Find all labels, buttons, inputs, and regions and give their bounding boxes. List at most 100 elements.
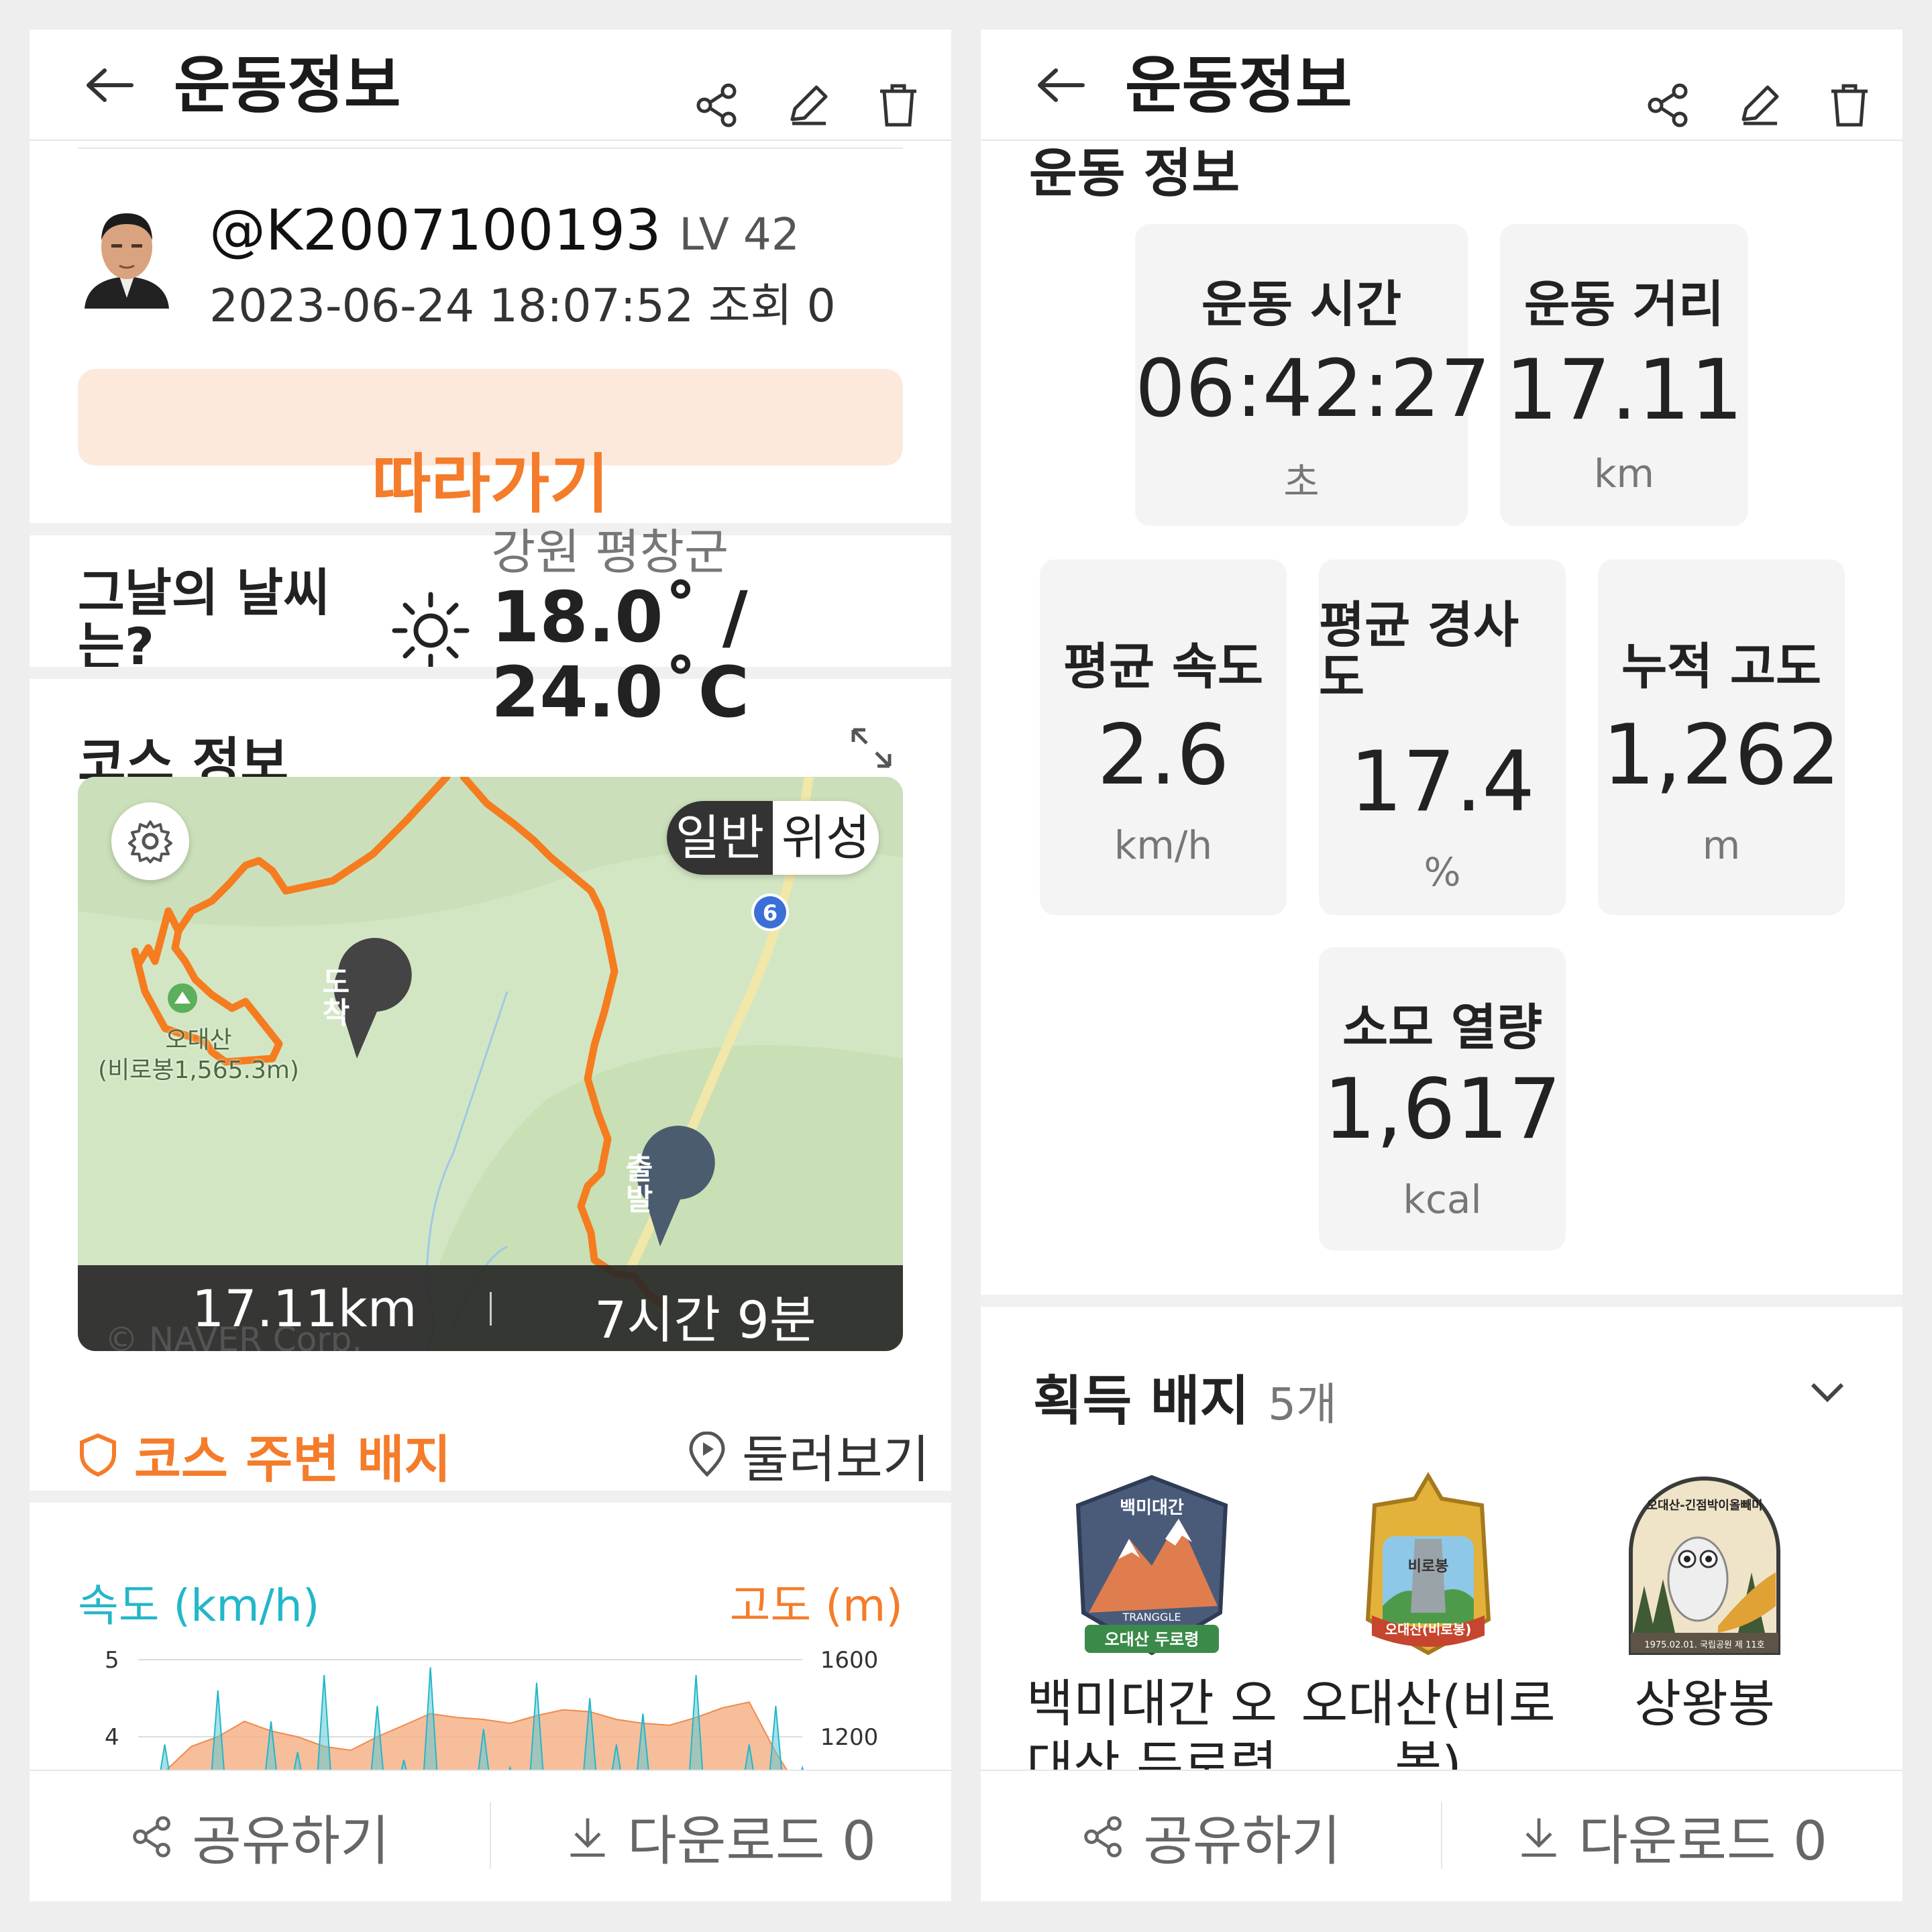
share-action-label: 공유하기 [1143, 1810, 1341, 1872]
stat-unit: km/h [1114, 822, 1213, 868]
share-action-label: 공유하기 [192, 1810, 390, 1872]
map-summary-bar: 17.11km 7시간 9분 © NAVER Corp. [78, 1265, 903, 1351]
stat-unit: % [1424, 849, 1461, 895]
download-button[interactable]: 다운로드 0 [1442, 1771, 1902, 1901]
username[interactable]: @K2007100193 LV 42 [209, 197, 800, 263]
map-mode-normal[interactable]: 일반 [667, 801, 773, 875]
trash-icon [1831, 84, 1868, 127]
map-mode-toggle[interactable]: 일반 위성 [667, 801, 879, 875]
stat-value: 17.4 [1349, 734, 1536, 830]
look-around-link[interactable]: 둘러보기 [687, 1418, 930, 1492]
stat-label: 소모 열량 [1342, 999, 1543, 1057]
left-screen: 운동정보 @K2007100193 LV 42 2023-06-24 18:07… [30, 30, 951, 1901]
stat-unit: kcal [1403, 1177, 1482, 1222]
download-label: 다운로드 0 [627, 1810, 876, 1872]
stat-value: 1,617 [1323, 1061, 1562, 1158]
stat-card-duration: 운동 시간 06:42:27 초 [1135, 224, 1491, 526]
divider [78, 148, 903, 149]
badge-ribbon-text: 오대산(비로봉) [1385, 1621, 1472, 1638]
share-action-button[interactable]: 공유하기 [30, 1771, 490, 1901]
delete-button[interactable] [1819, 75, 1880, 136]
badge-name: 상왕봉 [1634, 1674, 1775, 1733]
follow-button-label: 따라가기 [372, 447, 609, 522]
altitude-axis-label: 고도 (m) [729, 1580, 903, 1631]
badges-header[interactable]: 획득 배지 5개 [1033, 1358, 1337, 1436]
back-arrow-icon [1038, 68, 1085, 102]
download-icon [570, 1818, 605, 1857]
nearby-badges-link[interactable]: 코스 주변 배지 [78, 1418, 451, 1492]
y-left-tick-label: 4 [105, 1724, 119, 1751]
badge-item[interactable]: 비로봉 오대산(비로봉) 오대산(비로봉) [1297, 1472, 1559, 1794]
share-button[interactable] [687, 75, 747, 136]
page-title: 운동정보 [1125, 50, 1352, 121]
map-mode-satellite[interactable]: 위성 [773, 801, 879, 875]
share-icon [1648, 83, 1688, 127]
map-duration: 7시간 9분 [594, 1290, 816, 1350]
stat-label: 평균 경사도 [1319, 596, 1519, 706]
stat-label: 운동 시간 [1201, 276, 1402, 333]
stat-label: 누적 고도 [1621, 638, 1822, 696]
map-settings-button[interactable] [111, 802, 189, 880]
weather-temperature: 18.0˚ / 24.0˚C [491, 576, 749, 734]
share-button[interactable] [1638, 75, 1699, 136]
stat-card-elevation-gain: 누적 고도 1,262 m [1598, 559, 1845, 915]
app-bar: 운동정보 [30, 30, 951, 141]
y-right-tick-label: 1200 [820, 1724, 879, 1751]
download-icon [1521, 1818, 1556, 1857]
map-attribution: © NAVER Corp. [105, 1320, 363, 1351]
stat-card-calories: 소모 열량 1,617 kcal [1319, 947, 1566, 1250]
y-left-tick-label: 5 [105, 1647, 119, 1674]
edit-button[interactable] [777, 75, 838, 136]
delete-button[interactable] [868, 75, 928, 136]
bottom-action-bar: 공유하기 다운로드 0 [30, 1770, 951, 1901]
stat-value: 17.11 [1505, 342, 1743, 439]
section-divider [981, 1295, 1902, 1307]
share-icon [696, 83, 737, 127]
route-map[interactable]: 6 오대산 (비로봉1,565.3m) 도착 출발 일반 위성 17.11km … [78, 777, 903, 1351]
download-button[interactable]: 다운로드 0 [490, 1771, 951, 1901]
badge-item[interactable]: 백미대간 TRANGGLE 오대산 두로령 백미대간 오대산 두로령 [1021, 1472, 1283, 1794]
stat-card-avg-slope: 평균 경사도 17.4 % [1319, 559, 1566, 915]
start-marker[interactable]: 출발 [623, 1153, 656, 1216]
stat-value: 2.6 [1097, 707, 1230, 804]
stat-card-distance: 운동 거리 17.11 km [1500, 224, 1748, 526]
edit-button[interactable] [1729, 75, 1789, 136]
back-arrow-icon [87, 68, 133, 102]
speed-axis-label: 속도 (km/h) [78, 1580, 320, 1631]
pencil-icon [1741, 85, 1779, 125]
stat-unit: km [1593, 451, 1655, 496]
back-button[interactable] [1028, 55, 1095, 115]
badges-title: 획득 배지 [1033, 1370, 1250, 1432]
nearby-badges-label: 코스 주변 배지 [134, 1430, 451, 1489]
owl-badge-icon: 오대산-긴점박이올빼미 1975.02.01. 국립공원 제 11호 [1629, 1477, 1780, 1655]
badge-emblem-text: 백미대간 [1120, 1498, 1184, 1518]
share-action-button[interactable]: 공유하기 [981, 1771, 1442, 1901]
app-bar: 운동정보 [981, 30, 1902, 141]
mountain-badge-icon: 백미대간 TRANGGLE 오대산 두로령 [1075, 1474, 1228, 1656]
stat-unit: m [1702, 822, 1741, 868]
end-marker[interactable]: 도착 [319, 967, 353, 1029]
pencil-icon [790, 85, 828, 125]
badges-count: 5개 [1268, 1379, 1337, 1430]
badge-item[interactable]: 오대산-긴점박이올빼미 1975.02.01. 국립공원 제 11호 상왕봉 [1574, 1472, 1835, 1787]
stats-heading: 운동 정보 [1029, 144, 1240, 204]
expand-icon[interactable] [848, 724, 895, 771]
chevron-down-icon[interactable] [1801, 1364, 1854, 1418]
right-screen: 운동정보 운동 정보 운동 시간 06:42:27 초 운동 거리 17.11 … [981, 30, 1902, 1901]
trash-icon [880, 84, 916, 127]
sun-icon [392, 592, 470, 669]
post-timestamp: 2023-06-24 18:07:52 조회 0 [209, 280, 836, 333]
back-button[interactable] [76, 55, 144, 115]
stat-label: 평균 속도 [1063, 638, 1264, 696]
stat-label: 운동 거리 [1523, 276, 1725, 333]
stat-card-avg-speed: 평균 속도 2.6 km/h [1040, 559, 1287, 915]
download-label: 다운로드 0 [1578, 1810, 1827, 1872]
stat-value: 1,262 [1602, 707, 1841, 804]
location-pin-icon [689, 1432, 725, 1477]
road-number: 6 [763, 900, 777, 926]
share-icon [133, 1816, 171, 1858]
avatar[interactable] [82, 204, 172, 309]
y-right-tick-label: 1600 [820, 1647, 879, 1674]
badge-ribbon-text: 1975.02.01. 국립공원 제 11호 [1644, 1640, 1764, 1650]
gear-icon [128, 820, 172, 863]
